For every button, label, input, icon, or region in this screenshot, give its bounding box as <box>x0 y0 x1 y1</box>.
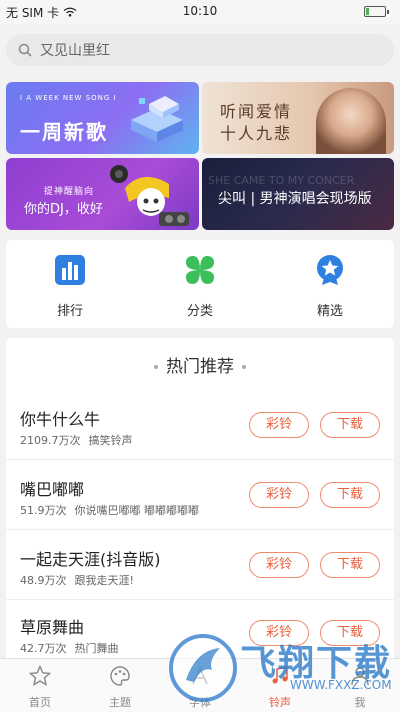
colorring-button[interactable]: 彩铃 <box>249 412 309 438</box>
ringtone-count: 2109.7万次 <box>20 434 81 447</box>
ringtone-row[interactable]: 嘴巴嘟嘟 51.9万次 你说嘴巴嘟嘟 嘟嘟嘟嘟嘟 彩铃 下载 <box>6 462 394 530</box>
banner-weekly-title: 一周新歌 <box>20 120 108 144</box>
dj-cartoon-image <box>110 165 189 226</box>
tab-home-label: 首页 <box>29 696 51 709</box>
ringtone-row[interactable]: 一起走天涯(抖音版) 48.9万次 跟我走天涯! 彩铃 下载 <box>6 532 394 600</box>
quick-link-ranking-label: 排行 <box>56 304 83 319</box>
category-icon <box>186 256 214 284</box>
ringtone-row[interactable]: 你牛什么牛 2109.7万次 搞笑铃声 彩铃 下载 <box>6 392 394 460</box>
quick-link-featured-label: 精选 <box>316 304 343 319</box>
tab-home[interactable]: 首页 <box>0 664 80 710</box>
ringtone-desc: 热门舞曲 <box>74 642 119 655</box>
banner-weekly-new-songs[interactable]: I A WEEK NEW SONG I 一周新歌 <box>6 82 199 154</box>
status-bar: 无 SIM 卡 10:10 <box>0 0 400 24</box>
featured-star-icon <box>317 255 343 285</box>
download-button[interactable]: 下载 <box>320 482 380 508</box>
quick-link-category-label: 分类 <box>186 304 213 319</box>
banner-dj[interactable]: 提神醒脑向 你的DJ，收好 <box>6 158 199 230</box>
ringtone-meta: 2109.7万次 搞笑铃声 <box>20 432 133 448</box>
search-icon <box>18 43 32 57</box>
tab-theme[interactable]: 主题 <box>80 665 160 710</box>
ringtone-desc: 搞笑铃声 <box>88 434 133 447</box>
ringtone-title: 你牛什么牛 <box>20 410 101 429</box>
banner-concert-title: 尖叫 | 男神演唱会现场版 <box>218 191 372 207</box>
search-bar[interactable]: 又见山里红 <box>6 34 394 66</box>
ringtone-desc: 跟我走天涯! <box>74 574 134 587</box>
iso-blocks-graphic <box>131 96 183 142</box>
banner-dj-line2: 你的DJ，收好 <box>24 202 103 217</box>
ringtone-count: 48.9万次 <box>20 574 67 587</box>
banner-dj-line1: 提神醒脑向 <box>44 187 95 197</box>
ringtone-meta: 51.9万次 你说嘴巴嘟嘟 嘟嘟嘟嘟嘟 <box>20 502 199 518</box>
quick-link-featured[interactable]: 精选 <box>290 254 370 319</box>
search-placeholder: 又见山里红 <box>40 43 110 59</box>
ringtone-title: 嘴巴嘟嘟 <box>20 480 85 499</box>
banner-love-line2: 十人九悲 <box>220 124 293 143</box>
banner-love-line1: 听闻爱情 <box>220 102 293 121</box>
portrait-image <box>316 88 386 154</box>
watermark-url: WWW.FXXZ.COM <box>290 678 392 692</box>
ringtone-meta: 48.9万次 跟我走天涯! <box>20 572 134 588</box>
download-button[interactable]: 下载 <box>320 412 380 438</box>
palette-icon <box>110 666 130 686</box>
ringtone-title: 一起走天涯(抖音版) <box>20 550 161 569</box>
download-button[interactable]: 下载 <box>320 552 380 578</box>
colorring-button[interactable]: 彩铃 <box>249 552 309 578</box>
quick-link-ranking[interactable]: 排行 <box>30 254 110 319</box>
battery-icon <box>364 6 389 17</box>
banner-weekly-small: I A WEEK NEW SONG I <box>20 94 117 102</box>
ranking-icon <box>55 255 85 285</box>
quick-links-panel: 排行 分类 精选 <box>6 240 394 328</box>
ringtone-count: 51.9万次 <box>20 504 67 517</box>
banner-concert-bg-text: SHE CAME TO MY CONCER <box>208 174 355 187</box>
star-icon <box>28 664 52 687</box>
heading-dot-left <box>154 365 158 369</box>
ringtone-desc: 你说嘴巴嘟嘟 嘟嘟嘟嘟嘟 <box>74 504 200 517</box>
colorring-button[interactable]: 彩铃 <box>249 482 309 508</box>
section-title: 热门推荐 <box>166 357 234 377</box>
banner-concert[interactable]: SHE CAME TO MY CONCER 尖叫 | 男神演唱会现场版 <box>202 158 394 230</box>
ringtone-meta: 42.7万次 热门舞曲 <box>20 640 119 656</box>
ringtone-title: 草原舞曲 <box>20 618 85 637</box>
hot-recommendations: 热门推荐 你牛什么牛 2109.7万次 搞笑铃声 彩铃 下载 嘴巴嘟嘟 51.9万… <box>6 338 394 668</box>
status-time: 10:10 <box>182 4 218 18</box>
ringtone-count: 42.7万次 <box>20 642 67 655</box>
section-heading: 热门推荐 <box>6 352 394 377</box>
quick-link-category[interactable]: 分类 <box>160 254 240 319</box>
heading-dot-right <box>242 365 246 369</box>
watermark-logo-icon <box>169 634 237 702</box>
banner-love-songs[interactable]: 听闻爱情 十人九悲 <box>202 82 394 154</box>
tab-theme-label: 主题 <box>109 696 131 709</box>
site-watermark: 飞翔下载 WWW.FXXZ.COM <box>166 628 396 710</box>
